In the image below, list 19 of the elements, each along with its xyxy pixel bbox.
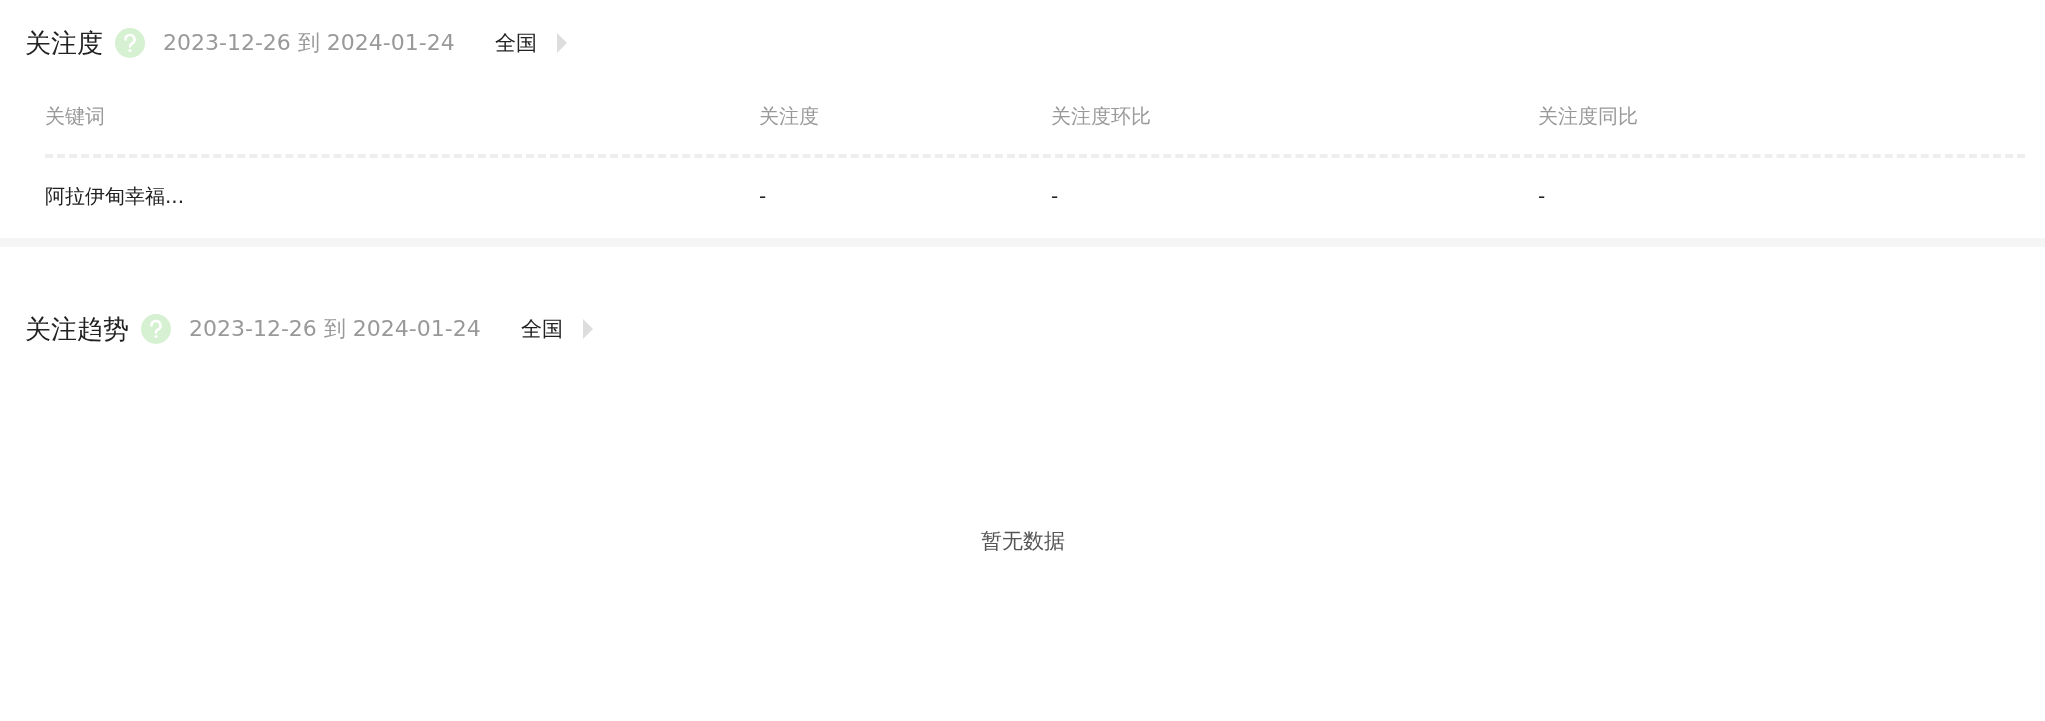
date-range: 2023-12-26 到 2024-01-24 [189, 315, 481, 343]
caret-icon[interactable] [582, 319, 593, 339]
date-range: 2023-12-26 到 2024-01-24 [163, 29, 455, 57]
empty-message: 暂无数据 [980, 528, 1065, 555]
table-cell-text: - [1538, 184, 1547, 208]
column-header: 关注度 [759, 102, 820, 130]
region-selector[interactable]: 全国 [494, 29, 537, 57]
column-header: 关键词 [45, 102, 106, 130]
column-header: 关注度环比 [1051, 102, 1152, 130]
column-header: 关注度同比 [1538, 102, 1639, 130]
table-cell-text: - [759, 184, 768, 208]
section-title: 关注趋势 [25, 312, 129, 346]
table-cell-text: - [1051, 184, 1060, 208]
caret-icon[interactable] [556, 33, 567, 53]
table-cell-text: 阿拉伊甸幸福... [45, 182, 186, 210]
help-icon[interactable] [141, 314, 171, 344]
section-title: 关注度 [25, 26, 103, 60]
help-icon[interactable] [115, 28, 145, 58]
region-selector[interactable]: 全国 [520, 315, 563, 343]
